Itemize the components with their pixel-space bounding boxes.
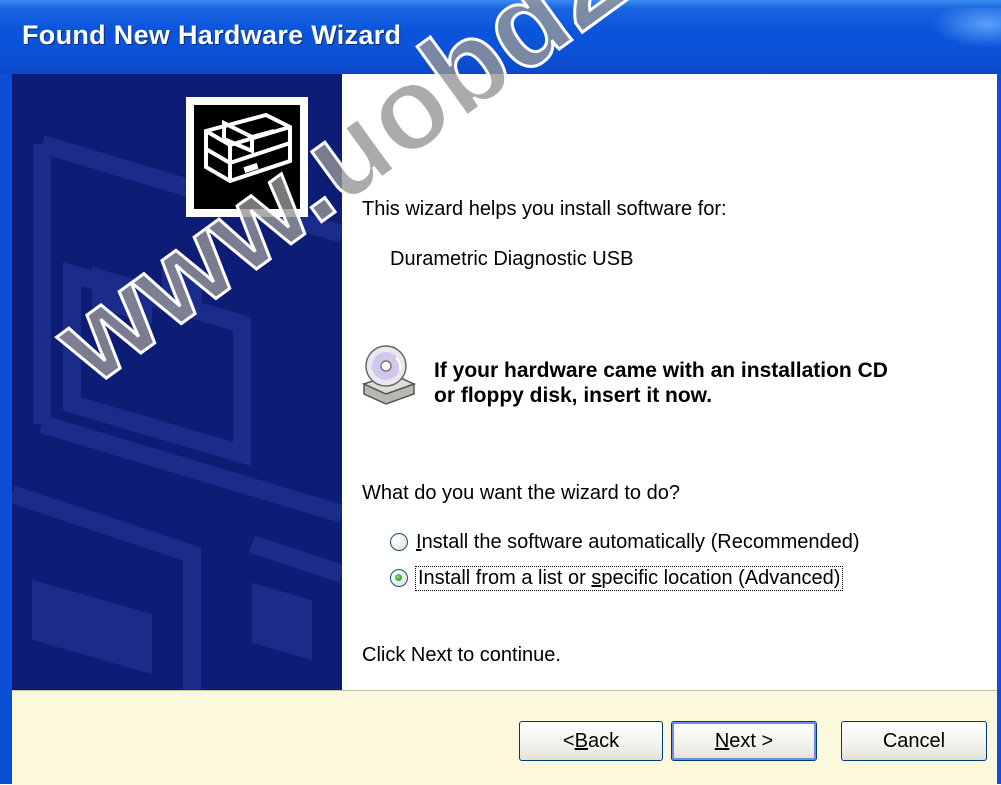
option-install-from-list[interactable]: Install from a list or specific location… — [390, 564, 844, 592]
radio-checked-icon[interactable] — [390, 569, 408, 587]
title-bar[interactable]: Found New Hardware Wizard — [0, 0, 1001, 74]
intro-text: This wizard helps you install software f… — [362, 198, 727, 220]
back-button[interactable]: < Back — [519, 721, 663, 761]
continue-text: Click Next to continue. — [362, 644, 561, 666]
radio-unchecked-icon[interactable] — [390, 533, 408, 551]
hardware-wizard-icon — [186, 97, 308, 217]
option-label[interactable]: Install the software automatically (Reco… — [416, 531, 860, 554]
cd-prompt-line1: If your hardware came with an installati… — [434, 359, 888, 382]
next-button[interactable]: Next > — [671, 721, 817, 761]
window-frame-left — [0, 74, 12, 784]
button-bar: < Back Next > Cancel — [12, 690, 997, 785]
device-name: Durametric Diagnostic USB — [390, 248, 634, 270]
title-bar-highlight — [931, 8, 1001, 48]
cd-drive-icon — [362, 345, 416, 405]
window-title: Found New Hardware Wizard — [22, 20, 402, 50]
option-label[interactable]: Install from a list or specific location… — [414, 565, 844, 591]
wizard-content: This wizard helps you install software f… — [342, 74, 997, 690]
cancel-button[interactable]: Cancel — [841, 721, 987, 761]
option-install-automatically[interactable]: Install the software automatically (Reco… — [390, 528, 860, 556]
cd-prompt-line2: or floppy disk, insert it now. — [434, 384, 713, 407]
window-frame-right — [997, 74, 1001, 784]
question-text: What do you want the wizard to do? — [362, 482, 680, 504]
cd-prompt: If your hardware came with an installati… — [434, 358, 994, 408]
hardware-drive-glyph — [204, 112, 292, 184]
